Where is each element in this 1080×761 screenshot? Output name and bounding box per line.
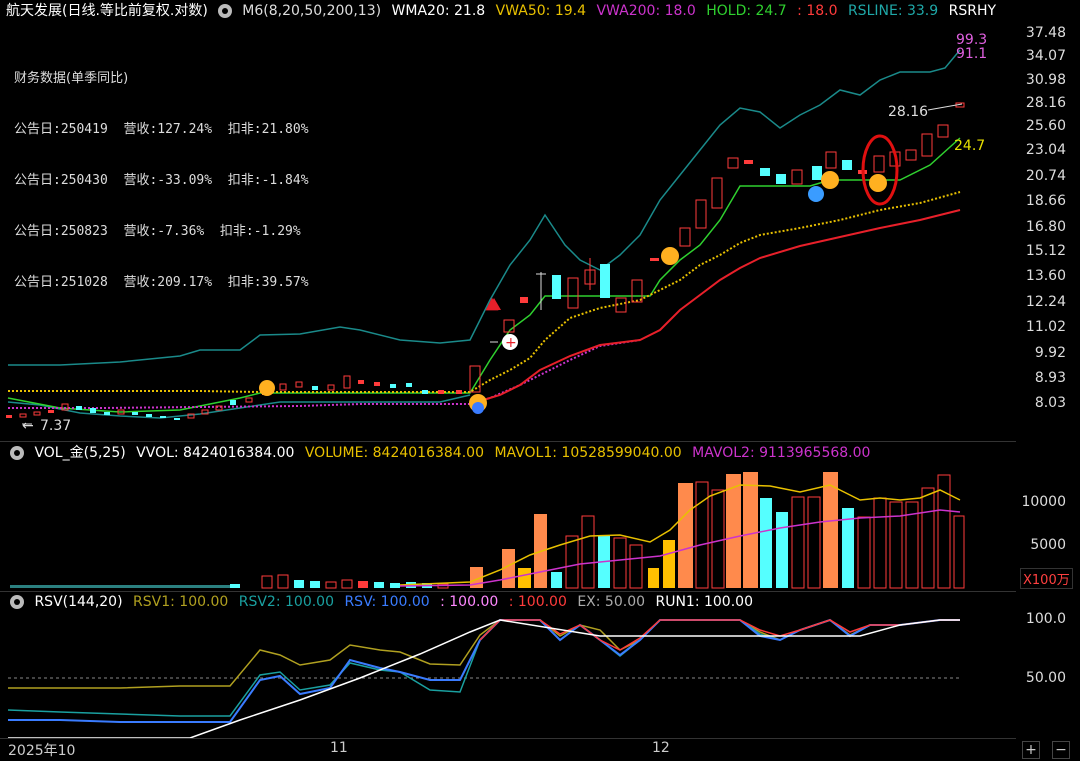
vol-tick: 5000 (1030, 537, 1066, 553)
price-tick: 8.93 (1034, 370, 1066, 386)
price-tick: 20.74 (1025, 168, 1066, 184)
price-tick: 30.98 (1025, 72, 1066, 88)
price-tick: 15.12 (1025, 243, 1066, 259)
rsv-b-line (479, 619, 960, 651)
price-axis: 37.48 34.07 30.98 28.16 25.60 23.04 20.7… (1008, 0, 1066, 440)
price-tick: 37.48 (1025, 25, 1066, 41)
price-tick: 13.60 (1025, 268, 1066, 284)
price-tick: 28.16 (1025, 95, 1066, 111)
rsv-axis: 100.0 50.00 (1008, 600, 1066, 740)
price-tick: 23.04 (1025, 142, 1066, 158)
x-label-dec: 12 (652, 740, 670, 756)
x-label-nov: 11 (330, 740, 348, 756)
divider (0, 738, 1016, 739)
price-tick: 18.66 (1025, 193, 1066, 209)
price-tick: 11.02 (1025, 319, 1066, 335)
x-label-oct: 2025年10 (8, 743, 76, 759)
rsv-chart[interactable] (0, 0, 1016, 761)
price-tick: 25.60 (1025, 118, 1066, 134)
price-tick: 12.24 (1025, 294, 1066, 310)
run1-line (8, 619, 960, 739)
zoom-in-button[interactable]: + (1022, 741, 1040, 759)
vol-tick: 10000 (1021, 494, 1066, 510)
rsv-tick: 50.00 (1025, 670, 1066, 686)
price-tick: 16.80 (1025, 219, 1066, 235)
price-tick: 8.03 (1034, 395, 1066, 411)
zoom-out-button[interactable]: − (1052, 741, 1070, 759)
volume-unit: X100万 (1020, 568, 1073, 589)
rsv2-line (7, 619, 960, 717)
price-tick: 34.07 (1025, 48, 1066, 64)
price-tick: 9.92 (1034, 345, 1066, 361)
rsv-tick: 100.0 (1025, 611, 1066, 627)
